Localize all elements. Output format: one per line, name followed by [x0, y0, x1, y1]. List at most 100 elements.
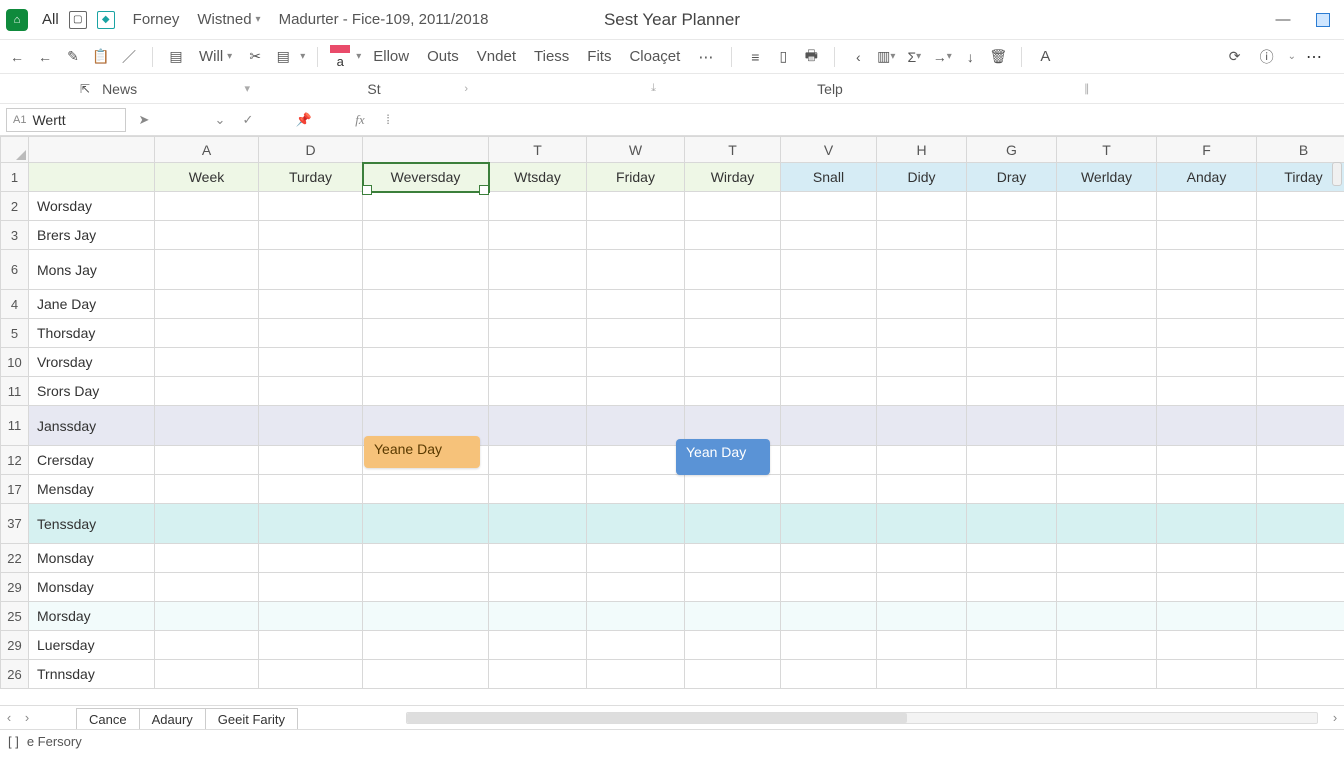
cell[interactable] [259, 192, 363, 221]
header-cell[interactable]: Tirday [1257, 163, 1344, 192]
cell[interactable] [781, 602, 877, 631]
down-arrow-icon[interactable]: ↓ [959, 46, 981, 68]
header-cell[interactable]: Dray [967, 163, 1057, 192]
cell[interactable] [363, 504, 489, 544]
row-header[interactable]: 3 [1, 221, 29, 250]
scroll-right[interactable]: › [1326, 706, 1344, 729]
cell[interactable] [1157, 544, 1257, 573]
cell[interactable] [259, 377, 363, 406]
row-label[interactable]: Vrorsday [29, 348, 155, 377]
row-label[interactable]: Janssday [29, 406, 155, 446]
row-label[interactable]: Srors Day [29, 377, 155, 406]
minimize-button[interactable]: — [1274, 11, 1292, 29]
cell[interactable] [685, 573, 781, 602]
cell[interactable] [781, 192, 877, 221]
name-box[interactable]: A1 Wertt [6, 108, 126, 132]
cell[interactable] [259, 504, 363, 544]
cell[interactable] [1057, 290, 1157, 319]
cell[interactable] [1257, 377, 1344, 406]
col-header[interactable]: T [685, 137, 781, 163]
cell[interactable] [489, 377, 587, 406]
header-cell[interactable]: Weversday [363, 163, 489, 192]
cell[interactable] [587, 406, 685, 446]
cell[interactable] [587, 319, 685, 348]
cell[interactable] [587, 544, 685, 573]
cell[interactable] [155, 290, 259, 319]
row-header[interactable]: 29 [1, 573, 29, 602]
cell[interactable] [1257, 192, 1344, 221]
col-header[interactable]: D [259, 137, 363, 163]
cell[interactable] [1057, 544, 1157, 573]
qat-icon-1[interactable]: ▢ [69, 11, 87, 29]
row-header[interactable]: 2 [1, 192, 29, 221]
app-badge[interactable]: ⌂ [6, 9, 28, 31]
sec-telp[interactable]: Telp [817, 81, 843, 97]
grid[interactable]: ADTWTVHGTFB1WeekTurdayWeversdayWtsdayFri… [0, 136, 1344, 689]
col-header[interactable]: W [587, 137, 685, 163]
cell[interactable] [1057, 660, 1157, 689]
cell[interactable] [1157, 319, 1257, 348]
sheet-tab-2[interactable]: Geeit Farity [206, 708, 298, 729]
cell[interactable] [1057, 631, 1157, 660]
row-header[interactable]: 25 [1, 602, 29, 631]
cell[interactable] [489, 221, 587, 250]
cell[interactable] [587, 631, 685, 660]
cell[interactable] [685, 504, 781, 544]
header-cell[interactable]: Week [155, 163, 259, 192]
prev-icon[interactable]: ‹ [847, 46, 869, 68]
header-cell[interactable]: Friday [587, 163, 685, 192]
cell[interactable] [1057, 377, 1157, 406]
row-header[interactable]: 4 [1, 290, 29, 319]
row-header[interactable]: 10 [1, 348, 29, 377]
cell[interactable] [259, 475, 363, 504]
cell[interactable] [155, 544, 259, 573]
cell[interactable] [781, 319, 877, 348]
horizontal-scroll-thumb[interactable] [407, 713, 908, 723]
header-cell[interactable]: Werlday [1057, 163, 1157, 192]
cell[interactable] [877, 602, 967, 631]
cell[interactable] [489, 544, 587, 573]
row-label[interactable]: Luersday [29, 631, 155, 660]
col-header[interactable]: G [967, 137, 1057, 163]
cell[interactable] [155, 475, 259, 504]
formula-input[interactable] [406, 108, 1338, 132]
cell[interactable] [1057, 504, 1157, 544]
cell[interactable] [259, 221, 363, 250]
row-label[interactable]: Mensday [29, 475, 155, 504]
back-arrow-icon[interactable]: ← [6, 46, 28, 68]
name-arrow-icon[interactable]: ➤ [134, 110, 154, 130]
cell[interactable] [1057, 319, 1157, 348]
align-icon[interactable]: ≡ [744, 46, 766, 68]
cell[interactable] [1257, 221, 1344, 250]
cell[interactable] [1257, 406, 1344, 446]
cell[interactable] [587, 348, 685, 377]
cell[interactable] [1157, 504, 1257, 544]
cell[interactable] [363, 602, 489, 631]
row-header[interactable]: 17 [1, 475, 29, 504]
cell[interactable] [877, 377, 967, 406]
cell[interactable] [967, 660, 1057, 689]
cell[interactable] [967, 221, 1057, 250]
ribbon-fits[interactable]: Fits [581, 48, 617, 65]
cell[interactable] [1257, 348, 1344, 377]
cell[interactable] [1157, 221, 1257, 250]
cell[interactable] [587, 221, 685, 250]
cell[interactable] [877, 319, 967, 348]
row-header[interactable]: 11 [1, 406, 29, 446]
next-icon[interactable]: →▾ [931, 46, 953, 68]
cell[interactable] [155, 602, 259, 631]
cell[interactable] [489, 446, 587, 475]
cell[interactable] [489, 475, 587, 504]
clipboard-icon[interactable]: 📋 [90, 46, 112, 68]
print-icon[interactable]: 🖶 [800, 46, 822, 68]
cell[interactable] [1257, 573, 1344, 602]
event-chip-yean[interactable]: Yean Day [676, 439, 770, 475]
cell[interactable] [967, 475, 1057, 504]
cell[interactable] [489, 250, 587, 290]
col-header[interactable] [363, 137, 489, 163]
cell[interactable] [587, 660, 685, 689]
cell[interactable] [877, 631, 967, 660]
cell[interactable] [781, 221, 877, 250]
cell[interactable] [1157, 475, 1257, 504]
ribbon-vndet[interactable]: Vndet [471, 48, 522, 65]
